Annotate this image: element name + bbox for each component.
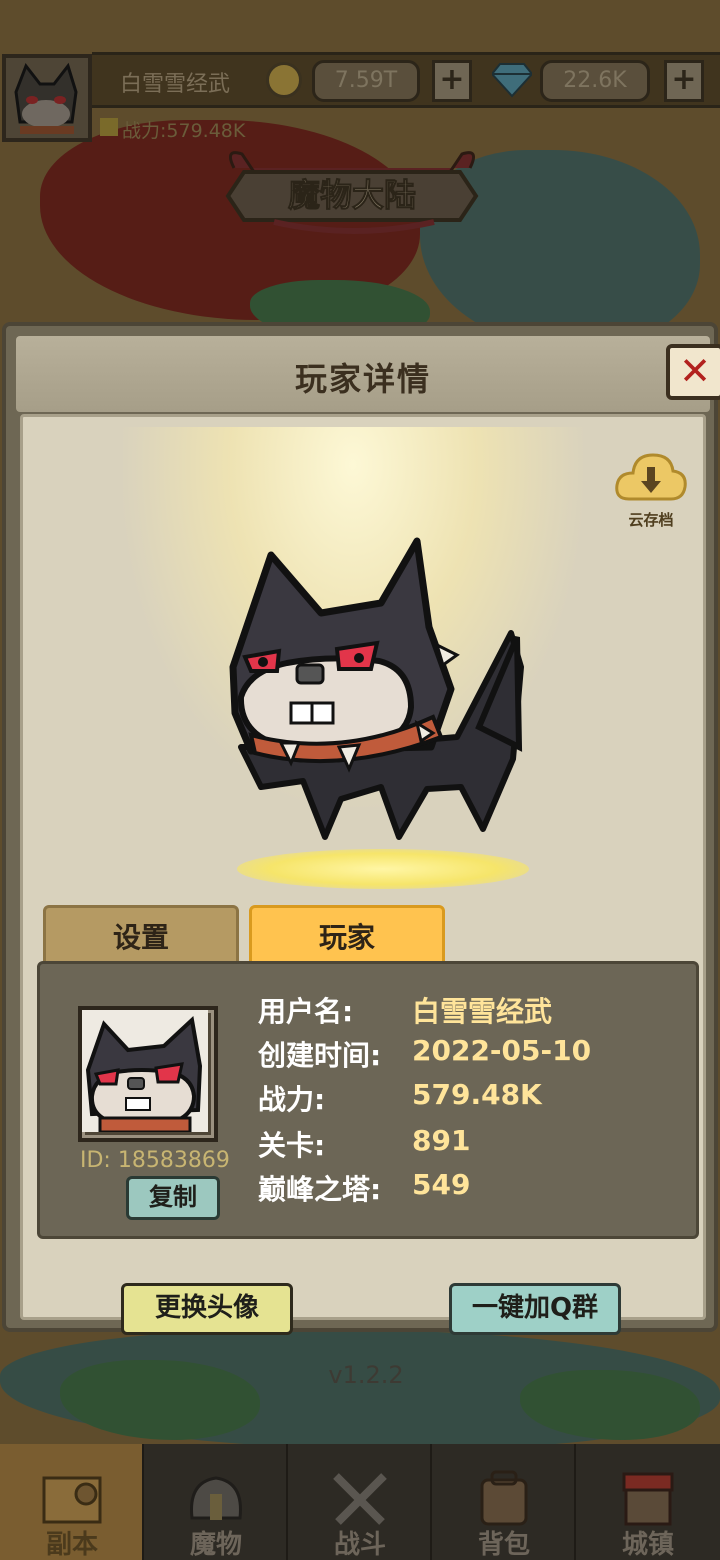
dog-portrait-icon xyxy=(82,1010,208,1134)
diamond-icon xyxy=(492,63,532,98)
nav-item-dungeon[interactable]: 副本 xyxy=(0,1444,144,1560)
username-value: 白雪雪经武 xyxy=(412,995,553,1028)
backpack-icon xyxy=(480,1470,528,1526)
modal-content: 云存档 设置 玩家 ID: 18583869 复制 用户名: 白雪雪经武 创建时… xyxy=(20,414,706,1389)
player-avatar xyxy=(78,1006,218,1142)
tab-settings[interactable]: 设置 xyxy=(43,905,239,967)
hud-power: 战力:579.48K xyxy=(122,120,246,142)
created-time-label: 创建时间: xyxy=(258,1039,382,1072)
player-detail-modal: 玩家详情 ✕ 云存档 设置 玩家 ID: 18583869 复制 用户名: 白雪… xyxy=(2,322,720,1389)
gem-amount: 22.6K xyxy=(540,60,650,102)
add-gems-button[interactable]: + xyxy=(664,60,704,102)
dog-monster-illustration xyxy=(229,537,524,840)
peak-tower-value: 549 xyxy=(412,1168,471,1201)
nav-item-town[interactable]: 城镇 xyxy=(576,1444,720,1560)
nav-label: 副本 xyxy=(45,1530,98,1560)
dog-portrait-icon xyxy=(14,62,78,134)
close-button[interactable]: ✕ xyxy=(666,344,720,400)
nav-item-backpack[interactable]: 背包 xyxy=(432,1444,576,1560)
gold-amount: 7.59T xyxy=(312,60,420,102)
gold-coin-icon xyxy=(266,62,302,98)
map-scroll-icon xyxy=(42,1476,102,1524)
hud-player-name: 白雪雪经武 xyxy=(120,72,231,97)
username-label: 用户名: xyxy=(258,995,354,1028)
change-avatar-button[interactable]: 更换头像 xyxy=(121,1283,293,1335)
region-title: 魔物大陆 xyxy=(288,176,416,214)
stage-label: 关卡: xyxy=(258,1129,326,1162)
stage-value: 891 xyxy=(412,1124,471,1157)
join-qq-group-button[interactable]: 一键加Q群 xyxy=(449,1283,621,1335)
region-banner: 魔物大陆 xyxy=(225,151,479,234)
modal-title: 玩家详情 xyxy=(294,360,431,398)
hud-avatar[interactable] xyxy=(2,54,92,142)
power-label: 战力: xyxy=(258,1083,326,1116)
add-gold-button[interactable]: + xyxy=(432,60,472,102)
nav-label: 魔物 xyxy=(189,1530,242,1560)
nav-label: 战斗 xyxy=(333,1530,386,1560)
nav-item-battle[interactable]: 战斗 xyxy=(288,1444,432,1560)
copy-id-button[interactable]: 复制 xyxy=(126,1176,220,1220)
cloud-download-icon xyxy=(615,453,687,501)
tab-player[interactable]: 玩家 xyxy=(249,905,445,967)
crossed-swords-icon xyxy=(333,1473,387,1525)
created-time-value: 2022-05-10 xyxy=(412,1034,592,1067)
power-value: 579.48K xyxy=(412,1078,542,1111)
cloud-save-button[interactable]: 云存档 xyxy=(613,443,689,529)
cloud-save-label: 云存档 xyxy=(628,511,674,529)
nav-label: 城镇 xyxy=(621,1530,674,1560)
bottom-nav: 副本 魔物 战斗 背包 城镇 xyxy=(0,1444,720,1560)
version-text: v1.2.2 xyxy=(328,1361,404,1389)
top-hud: 白雪雪经武 7.59T + 22.6K + 战力:579.48K xyxy=(0,50,720,142)
power-icon xyxy=(100,118,118,136)
modal-header: 玩家详情 ✕ xyxy=(16,336,720,412)
nav-item-monster[interactable]: 魔物 xyxy=(144,1444,288,1560)
monster-helmet-icon xyxy=(190,1476,242,1520)
player-id: ID: 18583869 xyxy=(80,1148,230,1173)
peak-tower-label: 巅峰之塔: xyxy=(258,1173,382,1206)
player-info-panel: ID: 18583869 复制 用户名: 白雪雪经武 创建时间: 2022-05… xyxy=(37,961,699,1239)
nav-label: 背包 xyxy=(477,1530,530,1560)
town-building-icon xyxy=(622,1472,674,1526)
